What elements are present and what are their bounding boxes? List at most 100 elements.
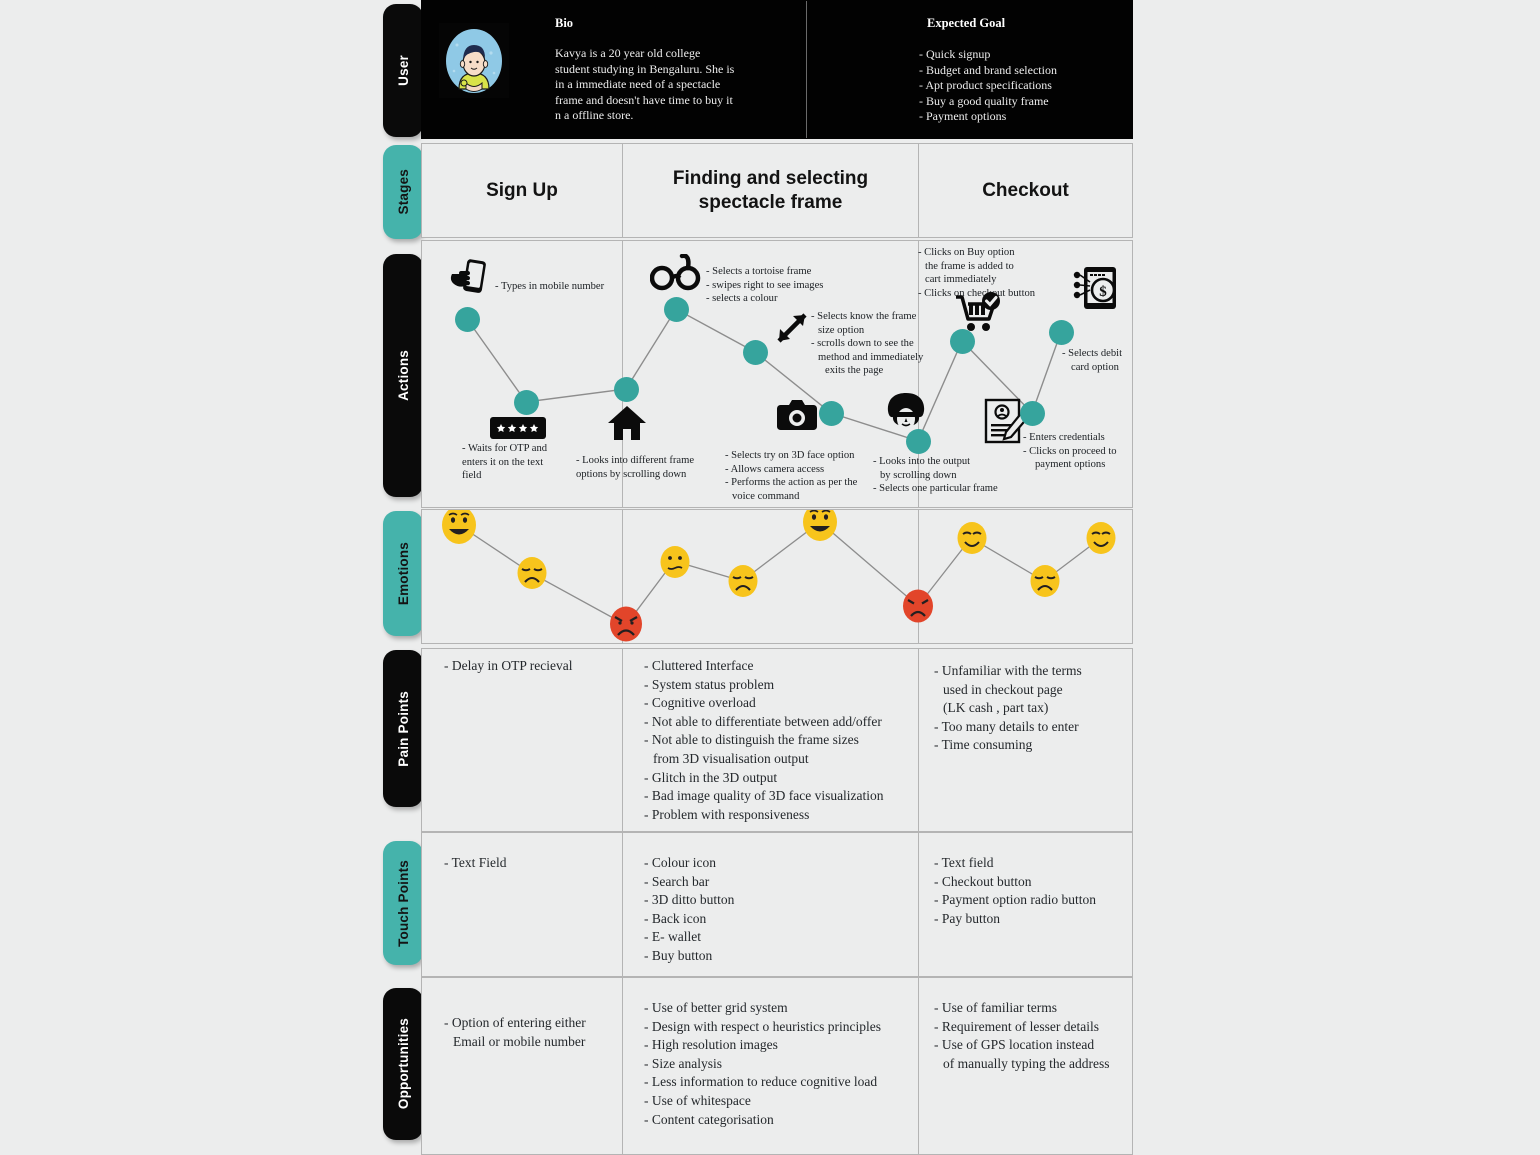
list-item: - System status problem xyxy=(644,676,775,692)
touch-divider-1 xyxy=(622,833,623,976)
emotion-face-angry[interactable] xyxy=(607,605,645,643)
action-dot[interactable] xyxy=(743,340,768,365)
list-item: - Not able to distinguish the frame size… xyxy=(644,732,859,748)
list-item: - Delay in OTP recieval xyxy=(444,658,573,673)
list-item: - Too many details to enter xyxy=(934,718,1079,734)
row-tab-user[interactable]: User xyxy=(383,4,423,137)
opportunities-checkout: - Use of familiar terms - Requirement of… xyxy=(934,999,1134,1073)
row-tab-user-label: User xyxy=(395,55,411,86)
home-icon xyxy=(606,402,648,444)
action-dot[interactable] xyxy=(455,307,480,332)
list-item: - Time consuming xyxy=(934,737,1033,753)
list-item: - Pay button xyxy=(934,910,1000,926)
mobile-typing-icon xyxy=(448,256,492,300)
list-item: - Bad image quality of 3D face visualiza… xyxy=(644,788,884,804)
action-dot[interactable] xyxy=(1020,401,1045,426)
touch-points-row: - Text Field - Colour icon - Search bar … xyxy=(421,832,1133,977)
touch-points-signup: - Text Field xyxy=(444,854,619,873)
stage-finding-label: Finding and selecting spectacle frame xyxy=(672,167,869,213)
list-item: - Text field xyxy=(934,855,994,870)
action-dot[interactable] xyxy=(664,297,689,322)
action-dot[interactable] xyxy=(1049,320,1074,345)
actions-row: $ - Types in mobile number - Waits for O… xyxy=(421,240,1133,508)
list-item: - Text Field xyxy=(444,855,507,870)
row-tab-emotions-label: Emotions xyxy=(395,541,411,606)
stages-row: Sign Up Finding and selecting spectacle … xyxy=(421,143,1133,238)
emotion-face-very-happy[interactable] xyxy=(800,510,840,542)
row-tab-emotions[interactable]: Emotions xyxy=(383,511,423,636)
list-item: - Buy button xyxy=(644,947,713,963)
list-item: Email or mobile number xyxy=(453,1033,586,1049)
list-item: - Design with respect o heuristics princ… xyxy=(644,1018,881,1034)
emotion-face-sad[interactable] xyxy=(515,556,549,590)
list-item: - Requirement of lesser details xyxy=(934,1018,1099,1034)
expected-goal-item: - Buy a good quality frame xyxy=(919,93,1049,108)
user-row: Bio Kavya is a 20 year old college stude… xyxy=(421,0,1133,139)
expected-goal-item: - Apt product specifications xyxy=(919,78,1052,92)
list-item: - Cluttered Interface xyxy=(644,658,754,673)
row-tab-opportunities[interactable]: Opportunities xyxy=(383,988,423,1140)
list-item: - 3D ditto button xyxy=(644,892,735,908)
row-tab-opportunities-label: Opportunities xyxy=(395,1018,411,1110)
list-item: from 3D visualisation output xyxy=(653,750,809,766)
list-item: - Back icon xyxy=(644,910,707,926)
list-item: - Problem with responsiveness xyxy=(644,806,810,822)
action-dot[interactable] xyxy=(614,377,639,402)
action-dot[interactable] xyxy=(906,429,931,454)
camera-icon xyxy=(777,399,817,431)
stage-checkout-label: Checkout xyxy=(982,179,1069,201)
opp-divider-2 xyxy=(918,978,919,1154)
list-item: - Cognitive overload xyxy=(644,695,756,711)
opp-divider-1 xyxy=(622,978,623,1154)
row-tab-touch-points-label: Touch Points xyxy=(395,859,411,947)
list-item: used in checkout page xyxy=(943,681,1063,697)
list-item: - Search bar xyxy=(644,873,710,889)
row-tab-touch-points[interactable]: Touch Points xyxy=(383,841,423,965)
touch-points-finding: - Colour icon - Search bar - 3D ditto bu… xyxy=(644,854,904,966)
spectacles-icon xyxy=(650,254,702,292)
action-dot[interactable] xyxy=(819,401,844,426)
expected-goal-item: - Budget and brand selection xyxy=(919,62,1057,77)
emotion-face-smile[interactable] xyxy=(955,521,989,555)
opportunities-finding: - Use of better grid system - Design wit… xyxy=(644,999,914,1129)
row-tab-pain-points[interactable]: Pain Points xyxy=(383,650,423,807)
list-item: - Payment option radio button xyxy=(934,892,1096,908)
otp-dots-icon xyxy=(490,417,546,439)
touch-points-checkout: - Text field - Checkout button - Payment… xyxy=(934,854,1134,928)
bio-text: Kavya is a 20 year old college student s… xyxy=(555,46,735,122)
pain-points-finding: - Cluttered Interface - System status pr… xyxy=(644,657,914,824)
list-item: - Glitch in the 3D output xyxy=(644,769,778,785)
pain-points-signup: - Delay in OTP recieval xyxy=(444,657,619,676)
emotion-face-sad[interactable] xyxy=(726,564,760,598)
emotion-face-very-happy[interactable] xyxy=(439,510,479,545)
stage-signup[interactable]: Sign Up xyxy=(422,144,622,237)
row-tab-stages-label: Stages xyxy=(395,169,411,215)
emotion-face-sad[interactable] xyxy=(1028,564,1062,598)
pain-points-row: - Delay in OTP recieval - Cluttered Inte… xyxy=(421,648,1133,832)
mobile-payment-icon: $ xyxy=(1072,265,1118,311)
action-dot[interactable] xyxy=(950,329,975,354)
row-tab-actions[interactable]: Actions xyxy=(383,254,423,497)
row-tab-stages[interactable]: Stages xyxy=(383,145,423,239)
list-item: - Use of whitespace xyxy=(644,1092,751,1108)
emotion-face-angry[interactable] xyxy=(900,588,936,624)
list-item: - Not able to differentiate between add/… xyxy=(644,713,882,729)
list-item: - High resolution images xyxy=(644,1037,778,1053)
action-dot[interactable] xyxy=(514,390,539,415)
emotion-face-neutral[interactable] xyxy=(658,545,692,579)
stage-checkout[interactable]: Checkout xyxy=(919,144,1132,237)
actions-journey-line xyxy=(466,308,1062,442)
pain-points-checkout: - Unfamiliar with the terms used in chec… xyxy=(934,662,1124,755)
touch-divider-2 xyxy=(918,833,919,976)
face-glasses-icon xyxy=(883,391,929,433)
list-item: - Content categorisation xyxy=(644,1111,774,1127)
emotion-face-smile[interactable] xyxy=(1084,521,1118,555)
journey-map-board: User Stages Actions Emotions Pain Points… xyxy=(0,0,1540,1155)
list-item: of manually typing the address xyxy=(943,1055,1110,1071)
opportunities-signup: - Option of entering either Email or mob… xyxy=(444,1014,619,1051)
expected-goal-list: - Quick signup - Budget and brand select… xyxy=(919,47,1169,125)
opportunities-row: - Option of entering either Email or mob… xyxy=(421,977,1133,1155)
avatar xyxy=(439,23,509,98)
stage-finding[interactable]: Finding and selecting spectacle frame xyxy=(623,144,918,237)
svg-text:$: $ xyxy=(1099,284,1107,300)
